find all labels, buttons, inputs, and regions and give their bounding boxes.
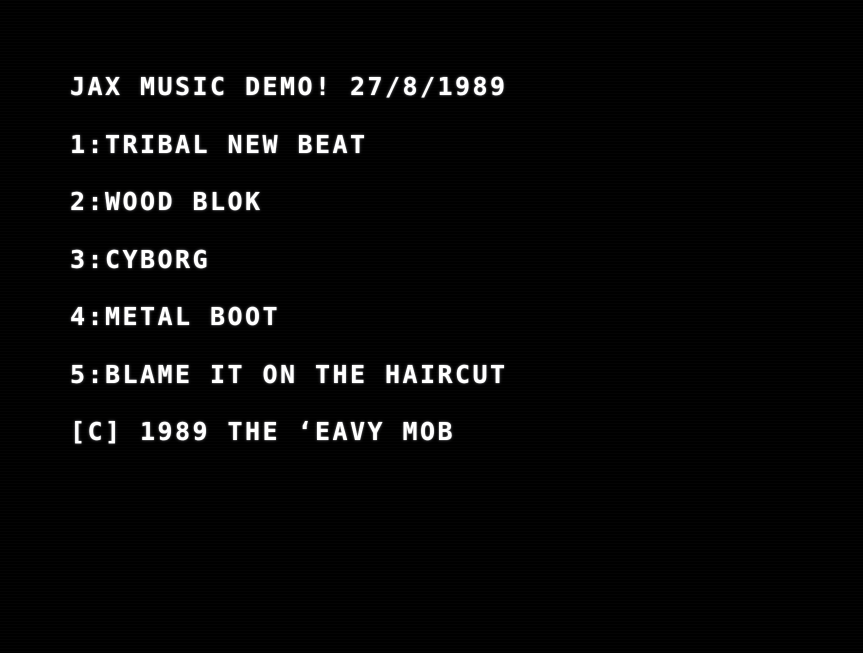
track-list-item-5[interactable]: 5:BLAME IT ON THE HAIRCUT: [70, 362, 830, 420]
demo-title-line: JAX MUSIC DEMO! 27/8/1989: [70, 72, 508, 101]
music-demo-menu: JAX MUSIC DEMO! 27/8/1989 1:TRIBAL NEW B…: [70, 74, 830, 477]
track-list-item-3[interactable]: 3:CYBORG: [70, 247, 830, 305]
copyright-line: [C] 1989 THE ‘EAVY MOB: [70, 417, 456, 446]
track-list-item-1[interactable]: 1:TRIBAL NEW BEAT: [70, 132, 830, 190]
track-list-item-2[interactable]: 2:WOOD BLOK: [70, 189, 830, 247]
track-list-item-4[interactable]: 4:METAL BOOT: [70, 304, 830, 362]
demo-screen: JAX MUSIC DEMO! 27/8/1989 1:TRIBAL NEW B…: [0, 0, 863, 653]
